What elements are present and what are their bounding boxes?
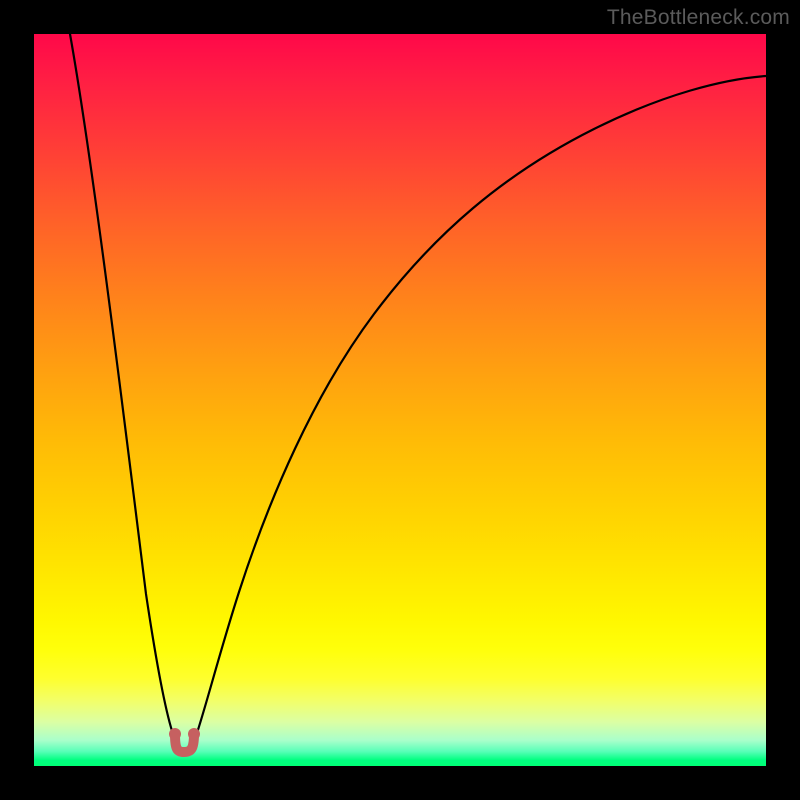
bottleneck-curve-svg (34, 34, 766, 766)
marker-right (188, 728, 200, 740)
plot-area (34, 34, 766, 766)
watermark-text: TheBottleneck.com (607, 6, 790, 30)
marker-left (169, 728, 181, 740)
chart-frame: TheBottleneck.com (0, 0, 800, 800)
bottleneck-curve-path (70, 34, 766, 750)
